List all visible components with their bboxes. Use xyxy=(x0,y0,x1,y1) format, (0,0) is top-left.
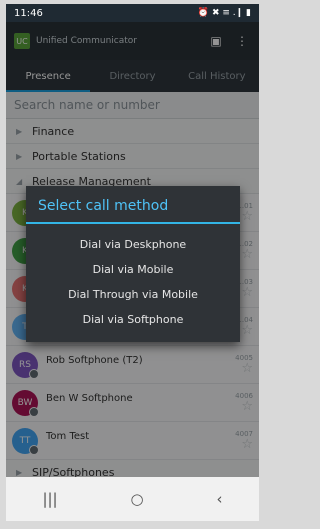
home-icon[interactable]: ○ xyxy=(131,490,144,508)
status-time: 11:46 xyxy=(14,7,43,19)
dial-via-softphone-option[interactable]: Dial via Softphone xyxy=(26,307,240,332)
status-bar: 11:46 ⏰ ✖ ≡ .❙ ▮ xyxy=(6,4,259,22)
back-icon[interactable]: ‹ xyxy=(217,490,223,508)
status-icons: ⏰ ✖ ≡ .❙ ▮ xyxy=(197,8,251,18)
dialog-options: Dial via Deskphone Dial via Mobile Dial … xyxy=(26,224,240,332)
recents-icon[interactable]: ||| xyxy=(42,490,57,508)
dial-through-via-mobile-option[interactable]: Dial Through via Mobile xyxy=(26,282,240,307)
call-method-dialog: Select call method Dial via Deskphone Di… xyxy=(26,186,240,342)
phone-screen: 11:46 ⏰ ✖ ≡ .❙ ▮ UC Unified Communicator… xyxy=(6,4,259,521)
dialog-title: Select call method xyxy=(26,186,240,224)
dial-via-mobile-option[interactable]: Dial via Mobile xyxy=(26,257,240,282)
system-nav-bar: ||| ○ ‹ xyxy=(6,477,259,521)
dial-via-deskphone-option[interactable]: Dial via Deskphone xyxy=(26,232,240,257)
